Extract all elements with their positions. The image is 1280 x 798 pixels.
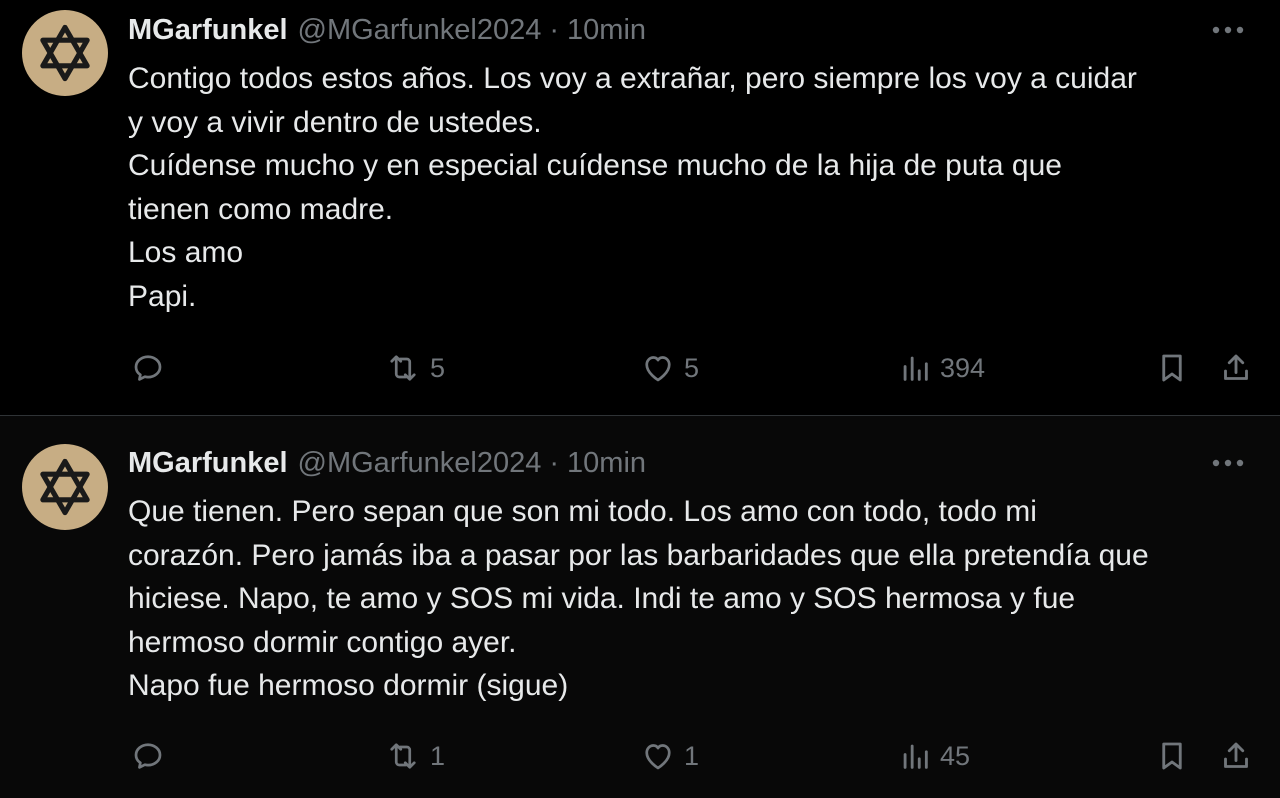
- like-button[interactable]: 1: [640, 734, 699, 778]
- separator: ·: [549, 446, 560, 479]
- more-icon: [1212, 26, 1244, 34]
- retweet-icon: [390, 355, 416, 381]
- tweet-text-line: hiciese. Napo, te amo y SOS mi vida. Ind…: [128, 582, 1076, 615]
- tweet-text-line: Papi.: [128, 279, 197, 313]
- more-icon: [1212, 459, 1244, 467]
- avatar[interactable]: [22, 444, 108, 530]
- tweet-text-line: Napo fue hermoso dormir (sigue): [128, 669, 569, 702]
- timestamp[interactable]: 10min: [567, 447, 646, 480]
- views-button[interactable]: 45: [898, 734, 970, 778]
- views-count: 394: [940, 352, 986, 383]
- share-button[interactable]: [1218, 734, 1254, 778]
- tweet[interactable]: MGarfunkel @MGarfunkel2024 · 10min Conti…: [0, 0, 1280, 416]
- timeline-feed: MGarfunkel @MGarfunkel2024 · 10min Conti…: [0, 0, 1280, 798]
- reply-button[interactable]: [130, 346, 166, 390]
- tweet-text-line: corazón. Pero jamás iba a pasar por las …: [128, 538, 1149, 572]
- like-button[interactable]: 5: [640, 346, 699, 390]
- retweet-count: 1: [430, 740, 446, 771]
- heart-icon: [645, 356, 671, 382]
- retweet-button[interactable]: 5: [384, 346, 445, 390]
- reply-icon: [134, 743, 162, 769]
- retweet-button[interactable]: 1: [384, 734, 445, 778]
- action-bar: 5 5 394: [128, 346, 1260, 390]
- tweet-text-line: Que tienen. Pero sepan que son mi todo. …: [128, 495, 1037, 528]
- reply-icon: [134, 355, 162, 381]
- star-of-david-icon: [40, 458, 90, 516]
- tweet-text: Contigo todos estos años. Los voy a extr…: [128, 57, 1252, 318]
- display-name[interactable]: MGarfunkel: [128, 447, 288, 480]
- more-options-button[interactable]: [1206, 12, 1250, 48]
- user-handle[interactable]: @MGarfunkel2024: [298, 14, 542, 47]
- share-icon: [1224, 742, 1248, 768]
- tweet-header: MGarfunkel @MGarfunkel2024 · 10min: [128, 12, 1260, 48]
- bookmark-icon: [1162, 742, 1182, 770]
- bookmark-button[interactable]: [1154, 734, 1190, 778]
- share-button[interactable]: [1218, 346, 1254, 390]
- bookmark-button[interactable]: [1154, 346, 1190, 390]
- tweet-text-line: hermoso dormir contigo ayer.: [128, 625, 517, 659]
- tweet-text-line: Contigo todos estos años. Los voy a extr…: [128, 62, 1137, 95]
- heart-icon: [645, 744, 671, 770]
- separator: ·: [549, 13, 560, 46]
- like-count: 5: [684, 352, 700, 383]
- like-count: 1: [684, 740, 700, 771]
- tweet-text-line: Cuídense mucho y en especial cuídense mu…: [128, 149, 1062, 182]
- tweet-text-line: y voy a vivir dentro de ustedes.: [128, 105, 542, 139]
- views-button[interactable]: 394: [898, 346, 985, 390]
- tweet-text-line: tienen como madre.: [128, 192, 394, 226]
- share-icon: [1224, 354, 1248, 380]
- retweet-count: 5: [430, 352, 446, 383]
- views-icon: [903, 744, 928, 769]
- user-handle[interactable]: @MGarfunkel2024: [298, 447, 542, 480]
- tweet-text: Que tienen. Pero sepan que son mi todo. …: [128, 490, 1252, 708]
- reply-button[interactable]: [130, 734, 166, 778]
- timestamp[interactable]: 10min: [567, 14, 646, 47]
- action-bar: 1 1 45: [128, 734, 1260, 778]
- avatar[interactable]: [22, 10, 108, 96]
- bookmark-icon: [1162, 354, 1182, 382]
- retweet-icon: [390, 743, 416, 769]
- tweet-header: MGarfunkel @MGarfunkel2024 · 10min: [128, 445, 1260, 481]
- more-options-button[interactable]: [1206, 445, 1250, 481]
- tweet-text-line: Los amo: [128, 236, 244, 269]
- views-count: 45: [940, 740, 971, 771]
- display-name[interactable]: MGarfunkel: [128, 14, 288, 47]
- views-icon: [903, 356, 928, 381]
- tweet[interactable]: MGarfunkel @MGarfunkel2024 · 10min Que t…: [0, 416, 1280, 798]
- star-of-david-icon: [40, 24, 90, 82]
